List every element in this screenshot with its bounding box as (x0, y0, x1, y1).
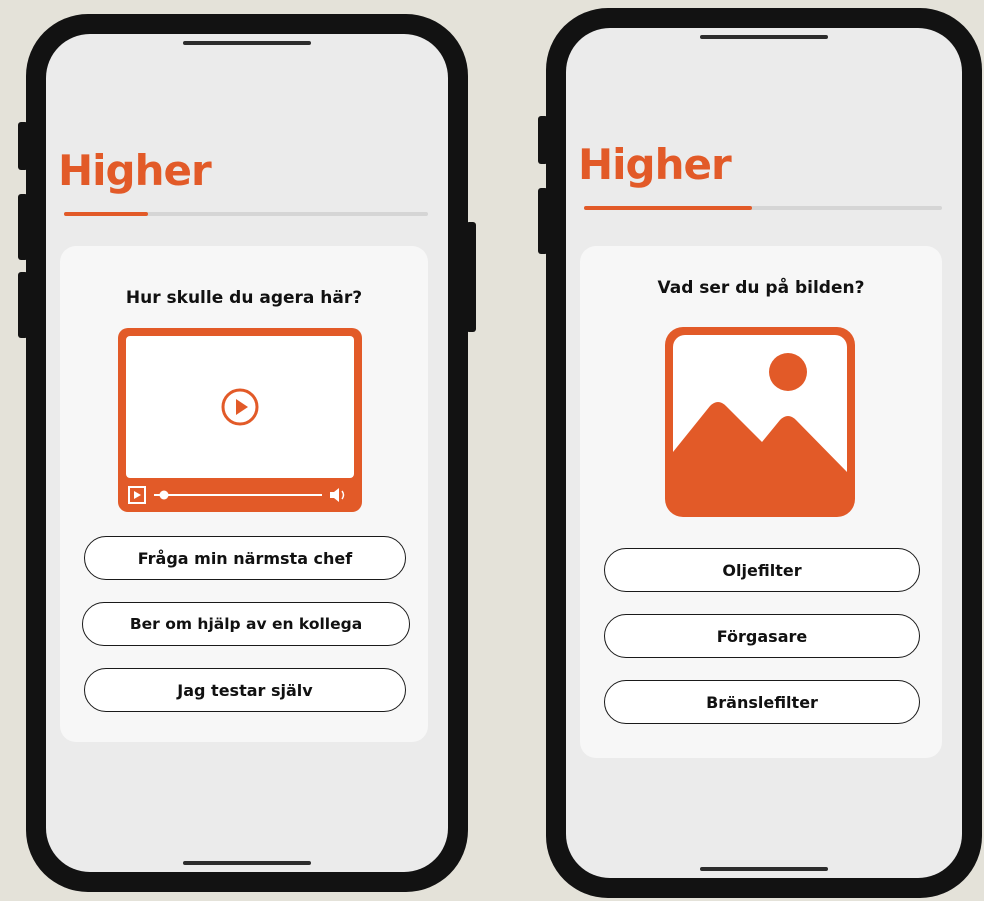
volume-icon[interactable] (330, 488, 345, 502)
question-card: Vad ser du på bilden? Oljefilter Förgasa… (580, 246, 942, 758)
phone-left: Higher Hur skulle du agera här? Fråga mi… (18, 14, 476, 892)
speaker-grille (183, 41, 311, 45)
answer-button[interactable]: Förgasare (604, 614, 920, 658)
seek-bar[interactable] (154, 490, 322, 500)
speaker-grille (700, 35, 828, 39)
volume-up-button (538, 188, 548, 254)
play-icon[interactable] (220, 387, 260, 427)
home-indicator (183, 861, 311, 865)
power-button (466, 222, 476, 332)
volume-down-button (18, 272, 28, 338)
answer-button[interactable]: Fråga min närmsta chef (84, 536, 406, 580)
progress-fill (64, 212, 148, 216)
progress-bar (64, 212, 428, 216)
video-player[interactable] (118, 328, 362, 512)
video-controls (128, 486, 345, 504)
answer-button[interactable]: Bränslefilter (604, 680, 920, 724)
app-logo: Higher (58, 146, 212, 195)
question-text: Hur skulle du agera här? (125, 288, 363, 308)
app-logo: Higher (578, 140, 732, 189)
phone-screen: Higher Vad ser du på bilden? Oljefilter … (566, 28, 962, 878)
progress-bar (584, 206, 942, 210)
phone-screen: Higher Hur skulle du agera här? Fråga mi… (46, 34, 448, 872)
progress-fill (584, 206, 753, 210)
phone-right: Higher Vad ser du på bilden? Oljefilter … (538, 8, 982, 898)
question-text: Vad ser du på bilden? (657, 278, 865, 298)
video-frame (126, 336, 354, 478)
image-icon (665, 327, 855, 517)
answer-button[interactable]: Ber om hjälp av en kollega (82, 602, 410, 646)
volume-up-button (18, 194, 28, 260)
mute-switch (18, 122, 28, 170)
answer-button[interactable]: Oljefilter (604, 548, 920, 592)
play-small-icon[interactable] (128, 486, 146, 504)
mute-switch (538, 116, 548, 164)
home-indicator (700, 867, 828, 871)
question-card: Hur skulle du agera här? Fråga min närms… (60, 246, 428, 742)
answer-button[interactable]: Jag testar själv (84, 668, 406, 712)
